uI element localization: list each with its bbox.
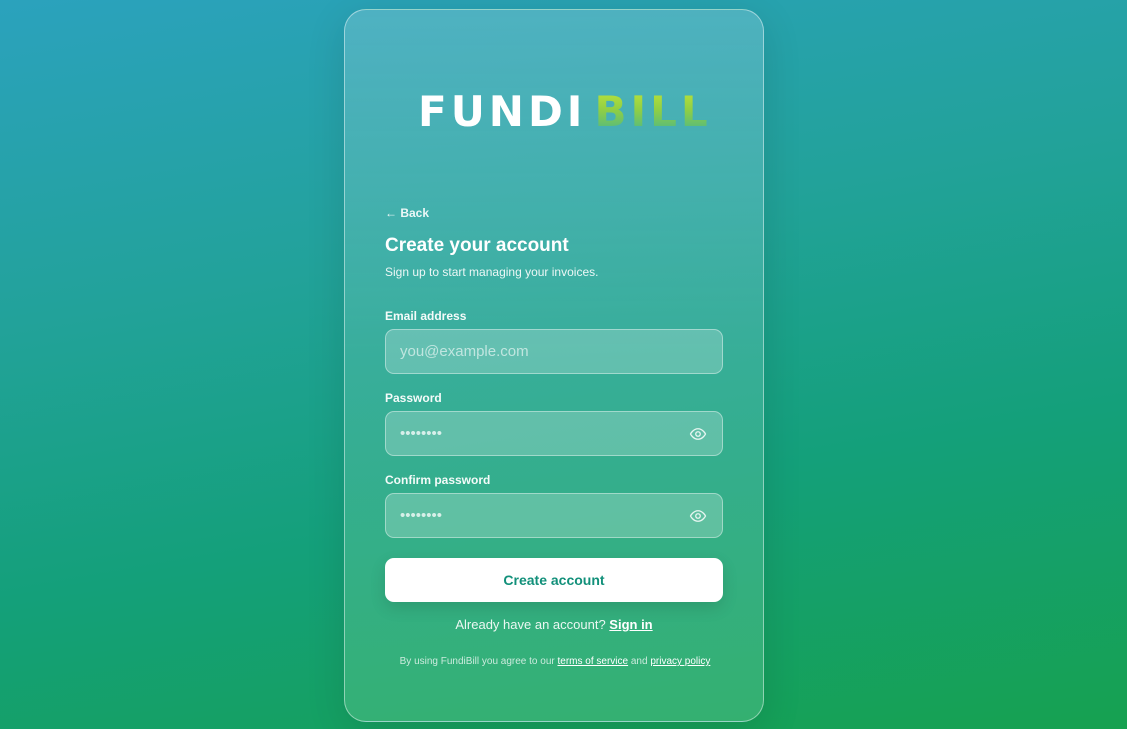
page-subtitle: Sign up to start managing your invoices. xyxy=(385,265,599,279)
fundibill-logo: FUNDI BILL xyxy=(418,87,708,136)
confirm-password-value: •••••••• xyxy=(400,507,443,524)
terms-prefix: By using FundiBill you agree to our xyxy=(399,656,555,667)
email-field[interactable] xyxy=(400,343,708,360)
logo-text-fundi: FUNDI xyxy=(418,87,587,136)
page-title: Create your account xyxy=(385,235,569,256)
signin-row: Already have an account? Sign in xyxy=(345,617,763,632)
confirm-password-field[interactable]: •••••••• xyxy=(385,493,723,538)
privacy-policy-link[interactable]: privacy policy xyxy=(650,656,710,667)
terms-notice: By using FundiBill you agree to our term… xyxy=(395,653,715,670)
password-value: •••••••• xyxy=(400,425,443,442)
eye-icon[interactable] xyxy=(688,424,708,444)
back-link[interactable]: ← Back xyxy=(385,206,429,220)
create-account-button[interactable]: Create account xyxy=(385,558,723,602)
back-link-label: ← Back xyxy=(385,206,430,220)
signin-prompt: Already have an account? xyxy=(455,617,606,632)
sign-in-link[interactable]: Sign in xyxy=(609,617,652,632)
eye-icon[interactable] xyxy=(688,506,708,526)
password-label: Password xyxy=(385,391,442,405)
terms-of-service-link[interactable]: terms of service xyxy=(558,656,629,667)
confirm-password-label: Confirm password xyxy=(385,473,491,487)
password-field[interactable]: •••••••• xyxy=(385,411,723,456)
terms-and: and xyxy=(630,656,648,667)
email-label: Email address xyxy=(385,309,467,323)
email-field-wrapper xyxy=(385,329,723,374)
signup-card: FUNDI BILL ← Back Create your account Sig… xyxy=(344,9,764,722)
logo-text-bill: BILL xyxy=(594,87,712,136)
